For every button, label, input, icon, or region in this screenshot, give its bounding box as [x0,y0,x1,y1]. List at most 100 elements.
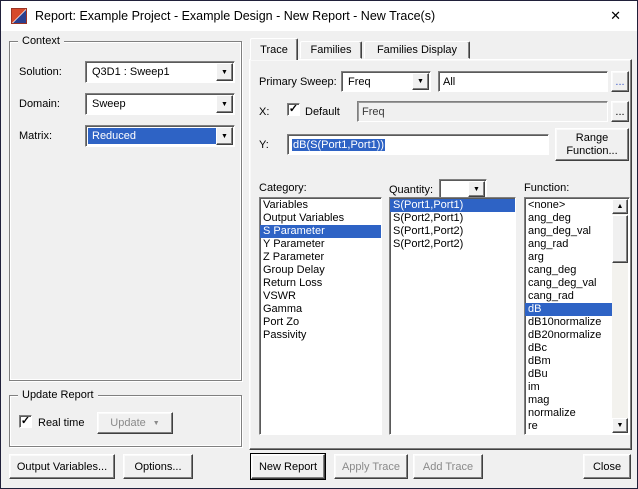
list-item[interactable]: dB10normalize [525,316,612,329]
close-button[interactable]: Close [583,454,631,479]
options-button[interactable]: Options... [123,454,193,479]
primary-sweep-label: Primary Sweep: [259,76,337,88]
scroll-down-icon[interactable]: ▼ [612,418,628,433]
real-time-checkbox[interactable]: ✓ [19,415,32,428]
list-item[interactable]: cang_deg [525,264,612,277]
list-item[interactable]: S(Port1,Port2) [390,225,515,238]
window-title: Report: Example Project - Example Design… [35,9,436,23]
chevron-down-icon[interactable]: ▼ [468,181,485,197]
matrix-label: Matrix: [19,130,52,142]
tab-trace-label: Trace [260,43,288,56]
range-function-button[interactable]: Range Function... [555,128,629,161]
list-item[interactable]: Output Variables [260,212,381,225]
x-default-label: Default [305,106,340,118]
scroll-up-icon[interactable]: ▲ [612,199,628,214]
output-variables-button[interactable]: Output Variables... [9,454,115,479]
update-button-label: Update [110,417,146,429]
new-report-button[interactable]: New Report [251,454,325,479]
function-label: Function: [524,182,570,194]
list-item[interactable]: S(Port1,Port1) [390,199,515,212]
tab-families-label: Families [310,44,352,56]
sweep-range-value: All [443,75,456,88]
list-item[interactable]: mag [525,394,612,407]
chevron-down-icon[interactable]: ▼ [216,127,233,145]
check-icon: ✓ [20,415,31,427]
list-item[interactable]: Port Zo [260,316,381,329]
list-item[interactable]: VSWR [260,290,381,303]
x-more-button[interactable]: ... [611,101,629,122]
list-item[interactable]: cang_deg_val [525,277,612,290]
list-item[interactable]: Group Delay [260,264,381,277]
function-list-items: <none> ang_deg ang_deg_val ang_rad arg cang_d… [525,199,612,433]
solution-value: Q3D1 : Sweep1 [92,66,170,78]
list-item[interactable]: Passivity [260,329,381,342]
matrix-combobox[interactable]: Reduced ▼ [85,125,235,147]
list-item[interactable]: S(Port2,Port2) [390,238,515,251]
check-icon: ✓ [288,103,299,115]
domain-value: Sweep [92,98,126,110]
chevron-glyph: ▼ [473,185,480,193]
ellipsis-icon: ... [615,105,625,118]
down-arrow-glyph: ▼ [616,422,624,429]
list-item[interactable]: Return Loss [260,277,381,290]
tab-families-display-label: Families Display [376,44,458,56]
list-item[interactable]: Variables [260,199,381,212]
update-button[interactable]: Update ▼ [97,412,173,434]
domain-combobox[interactable]: Sweep ▼ [85,93,235,115]
x-label: X: [259,106,270,118]
list-item[interactable]: dB [525,303,612,316]
list-item[interactable]: <none> [525,199,612,212]
primary-sweep-combobox[interactable]: Freq ▼ [341,71,431,92]
list-item[interactable]: S(Port2,Port1) [390,212,515,225]
list-item[interactable]: ang_deg_val [525,225,612,238]
primary-sweep-value: Freq [348,75,371,88]
category-label: Category: [259,182,307,194]
list-item[interactable]: dBu [525,368,612,381]
y-expression-field[interactable]: dB(S(Port1,Port1)) [287,134,549,155]
tab-families-display[interactable]: Families Display [364,41,470,59]
list-item[interactable]: cang_rad [525,290,612,303]
list-item[interactable]: Gamma [260,303,381,316]
list-item[interactable]: Z Parameter [260,251,381,264]
list-item[interactable]: re [525,420,612,433]
chevron-glyph: ▼ [417,78,424,85]
y-expression-value: dB(S(Port1,Port1)) [292,138,386,151]
chevron-down-icon[interactable]: ▼ [216,63,233,81]
x-expression-field: Freq [357,101,608,122]
list-item[interactable]: ang_rad [525,238,612,251]
sweep-range-field[interactable]: All [438,71,608,92]
sweep-more-button[interactable]: ... [611,71,629,92]
apply-trace-button[interactable]: Apply Trace [334,454,408,479]
list-item[interactable]: dBc [525,342,612,355]
list-item[interactable]: im [525,381,612,394]
list-item[interactable]: arg [525,251,612,264]
function-scrollbar[interactable]: ▲ ▼ [612,199,628,433]
quantity-combobox[interactable]: ▼ [439,179,487,199]
function-listbox[interactable]: <none> ang_deg ang_deg_val ang_rad arg cang_d… [524,197,630,435]
list-item[interactable]: S Parameter [260,225,381,238]
context-legend: Context [18,35,64,47]
app-icon [11,8,27,24]
list-item[interactable]: dB20normalize [525,329,612,342]
quantity-combo-value [442,182,468,196]
category-listbox[interactable]: Variables Output Variables S Parameter Y Pa… [259,197,382,435]
solution-combobox[interactable]: Q3D1 : Sweep1 ▼ [85,61,235,83]
list-item[interactable]: dBm [525,355,612,368]
update-report-legend: Update Report [18,389,98,401]
x-default-checkbox[interactable]: ✓ [287,103,300,116]
list-item[interactable]: normalize [525,407,612,420]
quantity-listbox[interactable]: S(Port1,Port1) S(Port2,Port1) S(Port1,Port… [389,197,516,435]
titlebar[interactable]: Report: Example Project - Example Design… [1,1,637,31]
report-dialog-window: Report: Example Project - Example Design… [0,0,638,489]
list-item[interactable]: ang_deg [525,212,612,225]
chevron-down-icon[interactable]: ▼ [412,73,429,90]
close-icon[interactable]: ✕ [604,6,627,26]
chevron-down-icon[interactable]: ▼ [216,95,233,113]
tab-families[interactable]: Families [300,41,362,59]
tab-trace[interactable]: Trace [250,38,298,60]
real-time-label: Real time [38,417,85,429]
add-trace-button[interactable]: Add Trace [413,454,483,479]
list-item[interactable]: Y Parameter [260,238,381,251]
quantity-label: Quantity: [389,184,434,196]
scrollbar-thumb[interactable] [612,215,628,263]
